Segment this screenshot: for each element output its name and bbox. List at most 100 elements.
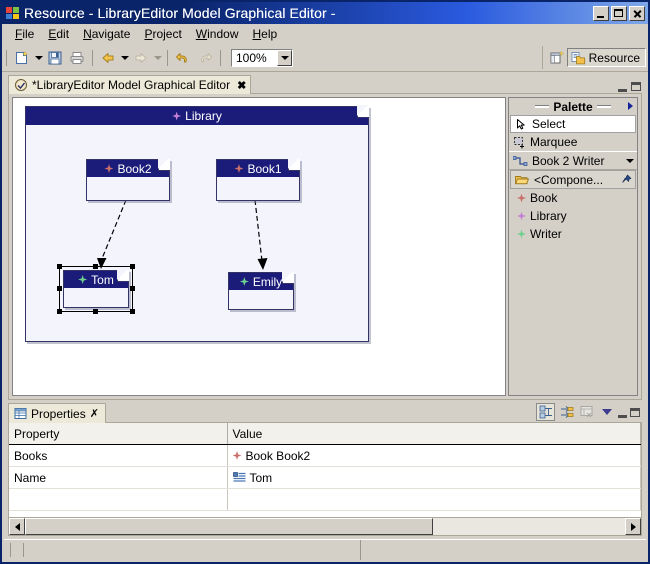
properties-header-row: Property Value <box>9 423 641 445</box>
undo-icon[interactable] <box>173 48 193 68</box>
property-value-empty <box>227 488 641 511</box>
select-arrow-icon <box>517 118 525 129</box>
new-wizard-icon[interactable] <box>12 48 32 68</box>
window-close-button[interactable] <box>629 5 645 21</box>
toolbar-separator-2 <box>92 50 93 66</box>
status-separator-1 <box>10 543 11 557</box>
palette-connection-label: Book 2 Writer <box>532 153 605 168</box>
restore-defaults-icon[interactable] <box>558 404 575 420</box>
pin-icon <box>622 174 632 183</box>
properties-toolbar <box>536 403 640 421</box>
window-title: Resource - LibraryEditor Model Graphical… <box>24 5 336 21</box>
toolbar-separator <box>6 50 7 66</box>
open-perspective-icon[interactable] <box>547 48 567 68</box>
new-wizard-dropdown-arrow[interactable] <box>33 48 44 68</box>
resource-perspective-icon <box>571 51 585 64</box>
column-header-property[interactable]: Property <box>9 423 228 445</box>
properties-horizontal-scrollbar[interactable] <box>9 517 641 535</box>
diagram-canvas[interactable]: Library Book2 Book1 Tom Emily <box>12 97 506 396</box>
open-folder-icon <box>515 175 529 184</box>
print-icon[interactable] <box>67 48 87 68</box>
editor-icon <box>15 79 27 91</box>
menu-help[interactable]: Help <box>245 25 284 43</box>
window-maximize-button[interactable] <box>611 5 627 21</box>
palette-connection-book2writer[interactable]: Book 2 Writer <box>509 151 637 170</box>
back-dropdown-arrow[interactable] <box>119 48 130 68</box>
tom-selection-handles[interactable] <box>13 98 505 395</box>
writer-diamond-icon <box>240 277 249 286</box>
properties-maximize-icon[interactable] <box>630 407 640 417</box>
status-bar <box>4 539 646 560</box>
drawer-dropdown-arrow[interactable] <box>626 158 634 163</box>
palette-drawer-label: <Compone... <box>534 172 604 187</box>
connection-icon <box>513 155 528 166</box>
column-header-value[interactable]: Value <box>227 423 641 445</box>
scroll-right-arrow[interactable] <box>625 518 641 535</box>
status-separator-2 <box>23 543 24 557</box>
palette-tool-marquee[interactable]: Marquee <box>509 133 637 151</box>
property-name-empty <box>9 488 228 511</box>
editor-maximize-icon[interactable] <box>631 82 641 91</box>
application-window: Resource - LibraryEditor Model Graphical… <box>0 0 650 564</box>
menu-bar: File Edit Navigate Project Window Help <box>2 24 648 45</box>
emily-label: Emily <box>252 274 283 289</box>
view-menu-arrow[interactable] <box>598 404 615 420</box>
editor-tab-row: *LibraryEditor Model Graphical Editor ✖ <box>8 74 642 94</box>
palette-create-library-label: Library <box>530 209 567 223</box>
properties-view: Properties ✗ Property Value Books Book B… <box>8 402 642 536</box>
window-minimize-button[interactable] <box>593 5 609 21</box>
menu-project[interactable]: Project <box>137 25 188 43</box>
zoom-combo[interactable]: 100% <box>231 49 293 67</box>
property-value-books[interactable]: Book Book2 <box>227 444 641 467</box>
palette-drawer-components[interactable]: <Compone... <box>510 170 636 189</box>
editor-tab-label: *LibraryEditor Model Graphical Editor <box>32 78 231 92</box>
marquee-icon <box>514 136 524 148</box>
menu-file[interactable]: File <box>8 25 41 43</box>
palette-title: Palette <box>553 99 593 114</box>
palette-create-library[interactable]: Library <box>509 207 637 225</box>
zoom-dropdown-arrow[interactable] <box>277 50 292 66</box>
table-row[interactable]: Books Book Book2 <box>9 444 641 467</box>
menu-navigate[interactable]: Navigate <box>76 25 137 43</box>
perspective-resource[interactable]: Resource <box>566 48 646 67</box>
menu-edit[interactable]: Edit <box>41 25 76 43</box>
properties-tab-row: Properties ✗ <box>8 402 642 423</box>
palette-create-book-label: Book <box>530 191 558 205</box>
save-icon[interactable] <box>45 48 65 68</box>
scroll-left-arrow[interactable] <box>9 518 25 535</box>
editor-minimize-icon[interactable] <box>618 81 627 92</box>
scrollbar-thumb[interactable] <box>25 518 433 535</box>
editor-minmax-buttons <box>618 81 641 92</box>
filter-icon <box>578 404 595 420</box>
palette-grip-left <box>535 105 550 108</box>
palette-header: Palette <box>509 98 637 115</box>
scrollbar-track[interactable] <box>25 518 625 535</box>
palette-create-writer[interactable]: Writer <box>509 225 637 243</box>
properties-tab-close-icon[interactable]: ✗ <box>90 407 99 420</box>
window-buttons <box>593 5 646 21</box>
menu-window[interactable]: Window <box>189 25 246 43</box>
palette-create-book[interactable]: Book <box>509 189 637 207</box>
zoom-value: 100% <box>236 51 267 65</box>
back-icon[interactable] <box>98 48 118 68</box>
property-value-name-text: Tom <box>249 470 273 485</box>
collapse-palette-arrow[interactable] <box>628 102 633 110</box>
note-fold-corner <box>282 271 294 284</box>
table-row[interactable] <box>9 488 641 511</box>
palette-tool-select[interactable]: Select <box>510 115 636 133</box>
editor-area: *LibraryEditor Model Graphical Editor ✖ <box>8 74 642 400</box>
show-categories-icon[interactable] <box>536 403 555 421</box>
library-diamond-icon <box>517 212 526 221</box>
editor-tab-library[interactable]: *LibraryEditor Model Graphical Editor ✖ <box>8 75 252 94</box>
status-divider <box>360 540 361 560</box>
diagram-node-emily[interactable]: Emily <box>228 271 294 310</box>
property-name-name: Name <box>9 466 228 489</box>
toolbar-separator-3 <box>167 50 168 66</box>
table-row[interactable]: Name Tom <box>9 466 641 489</box>
editor-tab-close-icon[interactable]: ✖ <box>237 79 246 92</box>
properties-tab[interactable]: Properties ✗ <box>8 403 106 423</box>
properties-icon <box>14 408 27 419</box>
property-value-name[interactable]: Tom <box>227 466 641 489</box>
perspective-bar: Resource <box>541 46 646 69</box>
properties-minimize-icon[interactable] <box>618 407 627 418</box>
